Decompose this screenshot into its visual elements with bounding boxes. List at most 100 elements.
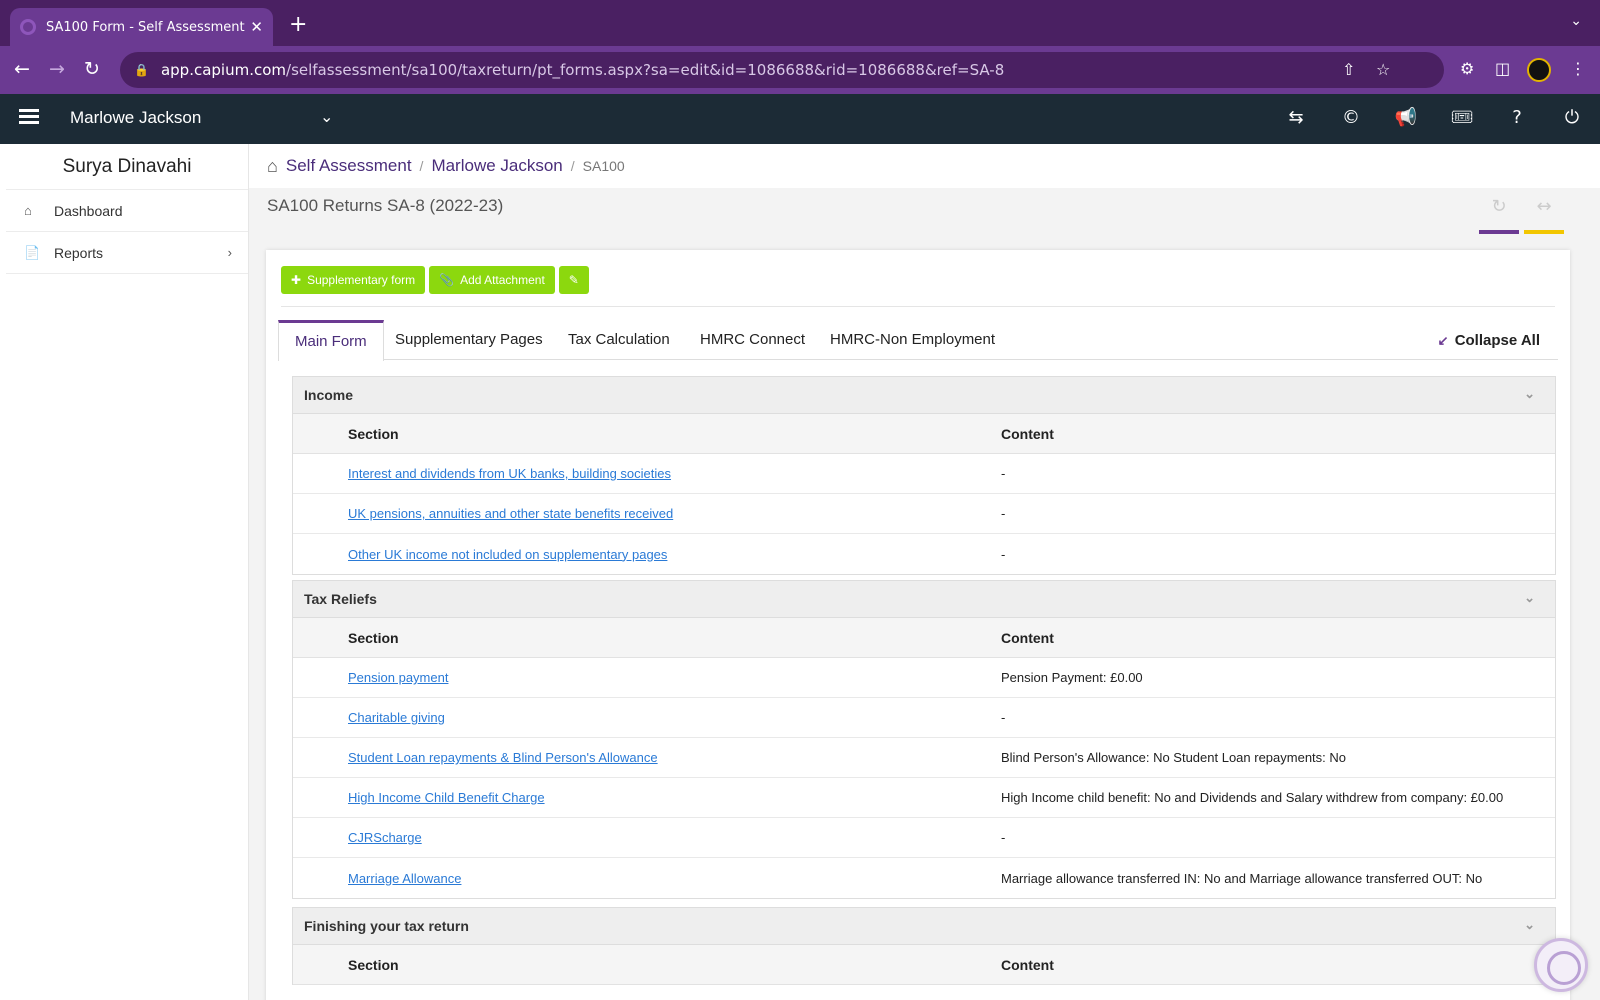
- table-row: Charitable giving -: [293, 698, 1555, 738]
- section-link[interactable]: UK pensions, annuities and other state b…: [348, 506, 673, 521]
- supplementary-form-button[interactable]: ✚ Supplementary form: [281, 266, 426, 294]
- add-attachment-label: Add Attachment: [460, 273, 545, 287]
- breadcrumb-client[interactable]: Marlowe Jackson: [431, 156, 562, 176]
- paperclip-icon: 📎: [439, 273, 455, 287]
- form-tabs: Main Form Supplementary Pages Tax Calcul…: [278, 320, 1558, 361]
- section-link[interactable]: Marriage Allowance: [348, 871, 461, 886]
- sidebar-item-label: Dashboard: [54, 202, 123, 219]
- chevron-down-icon[interactable]: ⌄: [320, 107, 333, 126]
- section-link[interactable]: Charitable giving: [348, 710, 445, 725]
- bookmark-star-icon[interactable]: ☆: [1376, 60, 1390, 79]
- share-icon[interactable]: ⇧: [1342, 60, 1355, 79]
- collapse-all-button[interactable]: ↙ Collapse All: [1438, 320, 1540, 360]
- tab-main-form[interactable]: Main Form: [278, 320, 384, 361]
- section-income: Income ⌄ Section Content Interest and di…: [292, 376, 1556, 575]
- extensions-puzzle-icon[interactable]: ⚙: [1460, 59, 1474, 78]
- column-header-section: Section: [348, 629, 399, 646]
- section-link[interactable]: Other UK income not included on suppleme…: [348, 547, 667, 562]
- client-selector-label[interactable]: Marlowe Jackson: [70, 108, 201, 128]
- refresh-icon[interactable]: ↻: [1479, 196, 1519, 234]
- chevron-down-icon[interactable]: ⌄: [1524, 386, 1535, 402]
- column-header-content: Content: [1001, 956, 1054, 973]
- breadcrumb-separator: /: [419, 158, 424, 174]
- table-row: High Income Child Benefit Charge High In…: [293, 778, 1555, 818]
- section-finishing-tax-return: Finishing your tax return ⌄ Section Cont…: [292, 907, 1556, 985]
- address-bar[interactable]: 🔒 app.capium.com/selfassessment/sa100/ta…: [120, 52, 1444, 88]
- section-link[interactable]: Interest and dividends from UK banks, bu…: [348, 466, 671, 481]
- add-attachment-button[interactable]: 📎 Add Attachment: [429, 266, 555, 294]
- forward-arrow-icon[interactable]: →: [49, 58, 65, 80]
- table-row: Other UK income not included on suppleme…: [293, 534, 1555, 574]
- lock-icon: 🔒: [134, 63, 149, 77]
- section-link[interactable]: CJRScharge: [348, 830, 422, 845]
- section-link[interactable]: Pension payment: [348, 670, 448, 685]
- chevron-down-icon[interactable]: ⌄: [1524, 917, 1535, 933]
- expand-width-icon[interactable]: ↔: [1524, 196, 1564, 234]
- switch-arrows-icon[interactable]: ⇆: [1284, 107, 1308, 128]
- tab-supplementary-pages[interactable]: Supplementary Pages: [379, 320, 559, 360]
- column-header-section: Section: [348, 425, 399, 442]
- tab-hmrc-connect[interactable]: HMRC Connect: [684, 320, 821, 360]
- section-header[interactable]: Income ⌄: [293, 377, 1555, 414]
- capium-favicon-icon: [20, 19, 36, 35]
- divider: [281, 306, 1555, 307]
- side-panel-icon[interactable]: ◫: [1495, 59, 1510, 78]
- hamburger-menu-icon[interactable]: [19, 109, 39, 125]
- tab-tax-calculation[interactable]: Tax Calculation: [552, 320, 686, 360]
- chevron-down-icon[interactable]: ⌄: [1524, 590, 1535, 606]
- close-tab-icon[interactable]: ✕: [250, 18, 263, 36]
- collapse-arrows-icon: ↙: [1437, 333, 1449, 348]
- column-header-content: Content: [1001, 425, 1054, 442]
- breadcrumb-self-assessment[interactable]: Self Assessment: [286, 156, 412, 176]
- sidebar: Surya Dinavahi ⌂ Dashboard 📄 Reports ›: [6, 144, 249, 1000]
- reload-icon[interactable]: ↻: [84, 58, 100, 80]
- breadcrumb: ⌂ Self Assessment / Marlowe Jackson / SA…: [249, 144, 1600, 188]
- table-row: Marriage Allowance Marriage allowance tr…: [293, 858, 1555, 898]
- capium-logo-icon[interactable]: ©: [1339, 107, 1363, 128]
- edit-button[interactable]: ✎: [558, 266, 589, 294]
- home-icon: ⌂: [24, 203, 32, 218]
- supplementary-form-label: Supplementary form: [307, 273, 416, 287]
- browser-menu-icon[interactable]: ⋮: [1570, 59, 1586, 78]
- breadcrumb-separator: /: [570, 158, 575, 174]
- section-header[interactable]: Finishing your tax return ⌄: [293, 908, 1555, 945]
- section-tax-reliefs: Tax Reliefs ⌄ Section Content Pension pa…: [292, 580, 1556, 899]
- browser-toolbar: ← → ↻ 🔒 app.capium.com/selfassessment/sa…: [0, 46, 1600, 94]
- section-title: Income: [304, 387, 354, 403]
- table-header: Section Content: [293, 618, 1555, 658]
- power-icon[interactable]: ⏻: [1560, 107, 1584, 128]
- chat-support-widget-icon[interactable]: [1534, 938, 1588, 992]
- page-title: SA100 Returns SA-8 (2022-23): [267, 196, 504, 215]
- sidebar-item-label: Reports: [54, 244, 104, 261]
- sidebar-item-dashboard[interactable]: ⌂ Dashboard: [6, 190, 248, 232]
- section-title: Tax Reliefs: [304, 591, 377, 607]
- ticket-icon[interactable]: 🎟: [1450, 107, 1474, 128]
- chevron-right-icon: ›: [227, 245, 232, 260]
- content-cell: -: [1001, 710, 1006, 725]
- table-row: Interest and dividends from UK banks, bu…: [293, 454, 1555, 494]
- sidebar-user-name: Surya Dinavahi: [6, 144, 248, 190]
- browser-tab[interactable]: SA100 Form - Self Assessment ✕: [10, 8, 273, 46]
- table-row: CJRScharge -: [293, 818, 1555, 858]
- table-row: UK pensions, annuities and other state b…: [293, 494, 1555, 534]
- column-header-content: Content: [1001, 629, 1054, 646]
- tab-hmrc-non-employment[interactable]: HMRC-Non Employment: [814, 320, 1011, 360]
- section-link[interactable]: Student Loan repayments & Blind Person's…: [348, 750, 658, 765]
- new-tab-button[interactable]: +: [289, 12, 307, 37]
- section-header[interactable]: Tax Reliefs ⌄: [293, 581, 1555, 618]
- breadcrumb-current: SA100: [582, 158, 625, 174]
- browser-tabstrip: SA100 Form - Self Assessment ✕ + ⌄: [0, 0, 1600, 46]
- sidebar-item-reports[interactable]: 📄 Reports ›: [6, 232, 248, 274]
- megaphone-icon[interactable]: 📢: [1394, 107, 1418, 128]
- back-arrow-icon[interactable]: ←: [14, 58, 30, 80]
- app-header: Marlowe Jackson ⌄ ⇆ © 📢 🎟 ? ⏻: [0, 94, 1600, 144]
- section-title: Finishing your tax return: [304, 918, 469, 934]
- collapse-all-label: Collapse All: [1454, 332, 1540, 349]
- profile-avatar[interactable]: [1527, 58, 1551, 82]
- plus-icon: ✚: [291, 273, 302, 287]
- breadcrumb-home-icon[interactable]: ⌂: [267, 156, 278, 177]
- content-cell: Blind Person's Allowance: No Student Loa…: [1001, 750, 1347, 765]
- help-icon[interactable]: ?: [1505, 107, 1529, 128]
- tab-search-chevron-icon[interactable]: ⌄: [1570, 13, 1582, 29]
- section-link[interactable]: High Income Child Benefit Charge: [348, 790, 545, 805]
